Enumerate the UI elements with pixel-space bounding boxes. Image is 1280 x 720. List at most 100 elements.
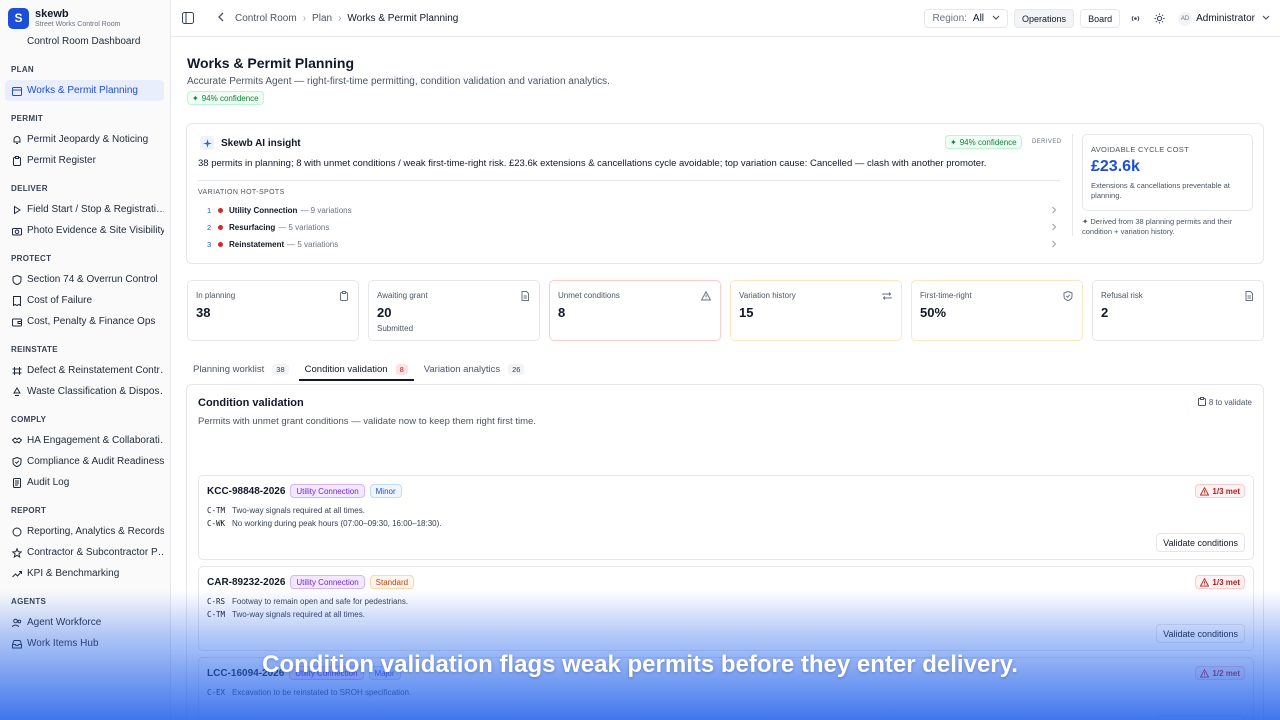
sidebar-item-audit-log[interactable]: Audit Log xyxy=(0,472,164,493)
sidebar-item-cost-of-failure[interactable]: Cost of Failure xyxy=(0,290,164,311)
breadcrumb-plan[interactable]: Plan xyxy=(312,13,332,24)
shield-icon xyxy=(11,274,22,285)
panel-subtitle: Permits with unmet grant conditions — va… xyxy=(198,416,536,427)
user-name: Administrator xyxy=(1196,13,1255,24)
topbar: Control Room › Plan › Works & Permit Pla… xyxy=(171,0,1280,37)
sidebar-item-defect-reinstatement-contr[interactable]: Defect & Reinstatement Contr… xyxy=(0,360,164,381)
sidebar-item-cost-penalty-finance-ops[interactable]: Cost, Penalty & Finance Ops xyxy=(0,311,164,332)
validate-conditions-button[interactable]: Validate conditions xyxy=(1156,624,1245,643)
sidebar-item-waste-classification-dispos[interactable]: Waste Classification & Dispos… xyxy=(0,381,164,402)
sidebar-toggle-icon[interactable] xyxy=(182,12,194,27)
permit-reference[interactable]: CAR-89232-2026 xyxy=(207,577,285,588)
inbox-icon xyxy=(11,638,22,649)
sidebar-item-kpi-benchmarking[interactable]: KPI & Benchmarking xyxy=(0,563,164,584)
status-dot xyxy=(218,242,223,247)
works-type-tag: Utility Connection xyxy=(290,575,365,589)
circle-icon xyxy=(11,526,22,537)
kpi-card[interactable]: In planning 38 xyxy=(187,280,359,341)
operations-button[interactable]: Operations xyxy=(1014,9,1075,28)
divider xyxy=(198,180,1060,181)
brand-name: skewb xyxy=(35,7,69,20)
region-select[interactable]: Region: All xyxy=(924,9,1009,28)
derived-label: DERIVED xyxy=(1032,139,1062,145)
tab-count: 8 xyxy=(395,363,408,375)
hotspot-rank: 2 xyxy=(207,223,212,232)
avoidable-cost-value: £23.6k xyxy=(1091,158,1140,175)
sidebar-item-compliance-audit-readiness[interactable]: Compliance & Audit Readiness xyxy=(0,451,164,472)
sidebar-section-reinstate: REINSTATE xyxy=(11,345,58,354)
sidebar-item-contractor-subcontractor-p[interactable]: Contractor & Subcontractor P… xyxy=(0,542,164,563)
avoidable-cost-card: AVOIDABLE CYCLE COST £23.6k Extensions &… xyxy=(1082,134,1253,211)
sidebar-item-ha-engagement-collaborati[interactable]: HA Engagement & Collaborati… xyxy=(0,430,164,451)
sidebar-item-reporting-analytics-records[interactable]: Reporting, Analytics & Records xyxy=(0,521,164,542)
sidebar-section-report: REPORT xyxy=(11,506,47,515)
sidebar-section-comply: COMPLY xyxy=(11,415,47,424)
chevron-down-icon xyxy=(992,13,1000,24)
tab-planning-worklist[interactable]: Planning worklist 38 xyxy=(187,359,295,379)
insight-title: Skewb AI insight xyxy=(221,137,301,149)
brand-subtitle: Street Works Control Room xyxy=(35,20,121,28)
condition-row: C-WK No working during peak hours (07:00… xyxy=(207,517,441,530)
shield-check-icon xyxy=(11,456,22,467)
sidebar-section-deliver: DELIVER xyxy=(11,184,48,193)
tab-condition-validation[interactable]: Condition validation 8 xyxy=(298,359,414,381)
kpi-row: In planning 38 Awaiting grant 20 Submitt… xyxy=(187,280,1264,341)
sidebar-nav: Control Room Dashboard PLAN Works & Permi… xyxy=(0,31,170,654)
condition-row: C-EX Excavation to be reinstated to SROH… xyxy=(207,686,411,699)
breadcrumb-control-room[interactable]: Control Room xyxy=(235,13,297,24)
user-menu[interactable]: AD Administrator xyxy=(1178,11,1270,26)
play-icon xyxy=(11,204,22,215)
derived-from-text: Derived from 38 planning permits and the… xyxy=(1082,217,1233,236)
hotspot-row[interactable]: 3 Reinstatement — 5 variations xyxy=(207,236,1057,253)
sidebar-item-photo-evidence-site-visibility[interactable]: Photo Evidence & Site Visibility xyxy=(0,220,164,241)
sparkle-icon: ✦ xyxy=(950,137,957,147)
chevron-down-icon xyxy=(1262,13,1270,24)
repeat-icon xyxy=(882,290,892,304)
hotspot-row[interactable]: 1 Utility Connection — 9 variations xyxy=(207,202,1057,219)
sidebar-item-permit-jeopardy-noticing[interactable]: Permit Jeopardy & Noticing xyxy=(0,129,164,150)
back-chevron-icon[interactable] xyxy=(217,12,225,25)
receipt-icon xyxy=(11,295,22,306)
sidebar-item-works-permit-planning[interactable]: Works & Permit Planning xyxy=(5,80,164,101)
kpi-card[interactable]: Refusal risk 2 xyxy=(1092,280,1264,341)
condition-code: C-RS xyxy=(207,597,226,606)
sidebar-item-permit-register[interactable]: Permit Register xyxy=(0,150,164,171)
hotspot-count: — 9 variations xyxy=(300,206,352,215)
sidebar: Control Room Dashboard PLAN Works & Permi… xyxy=(0,0,171,720)
divider xyxy=(1072,134,1073,236)
brand[interactable]: S skewb Street Works Control Room xyxy=(0,0,170,36)
sidebar-item-agent-workforce[interactable]: Agent Workforce xyxy=(0,612,164,633)
tab-variation-analytics[interactable]: Variation analytics 26 xyxy=(418,359,531,379)
kpi-value: 20 xyxy=(377,305,392,320)
main-content: Works & Permit Planning Accurate Permits… xyxy=(171,37,1280,720)
sun-icon[interactable] xyxy=(1150,10,1168,28)
sidebar-item-field-start-stop-registrati[interactable]: Field Start / Stop & Registrati… xyxy=(0,199,164,220)
chevron-right-icon xyxy=(1051,223,1057,233)
shield-check-icon xyxy=(1063,290,1073,304)
tab-label: Planning worklist xyxy=(193,363,265,375)
broadcast-icon[interactable] xyxy=(1126,10,1144,28)
kpi-value: 2 xyxy=(1101,305,1109,320)
permit-card: CAR-89232-2026 Utility Connection Standa… xyxy=(198,566,1254,651)
to-validate-count: 8 to validate xyxy=(1197,397,1252,408)
kpi-card[interactable]: First-time-right 50% xyxy=(911,280,1083,341)
conditions-met-badge: 1/3 met xyxy=(1195,575,1245,589)
kpi-card[interactable]: Awaiting grant 20 Submitted xyxy=(368,280,540,341)
sidebar-item-label: Waste Classification & Dispos… xyxy=(27,386,164,397)
permit-reference[interactable]: KCC-98848-2026 xyxy=(207,486,285,497)
avatar: AD xyxy=(1178,11,1193,26)
validate-conditions-button[interactable]: Validate conditions xyxy=(1156,533,1245,552)
region-value: All xyxy=(972,13,985,24)
sidebar-item-label: Cost, Penalty & Finance Ops xyxy=(27,316,156,327)
sidebar-section-permit: PERMIT xyxy=(11,114,44,123)
tab-bar: Planning worklist 38 Condition validation… xyxy=(187,359,534,381)
sidebar-item-section-74-overrun-control[interactable]: Section 74 & Overrun Control xyxy=(0,269,164,290)
works-type-tag: Utility Connection xyxy=(290,484,365,498)
sidebar-item-label: Contractor & Subcontractor P… xyxy=(27,547,164,558)
hotspot-row[interactable]: 2 Resurfacing — 5 variations xyxy=(207,219,1057,236)
kpi-card[interactable]: Unmet conditions 8 xyxy=(549,280,721,341)
validate-conditions-button[interactable]: Validate conditions xyxy=(1156,715,1245,720)
kpi-card[interactable]: Variation history 15 xyxy=(730,280,902,341)
board-button[interactable]: Board xyxy=(1080,9,1121,28)
sidebar-item-label: Permit Register xyxy=(27,155,96,166)
